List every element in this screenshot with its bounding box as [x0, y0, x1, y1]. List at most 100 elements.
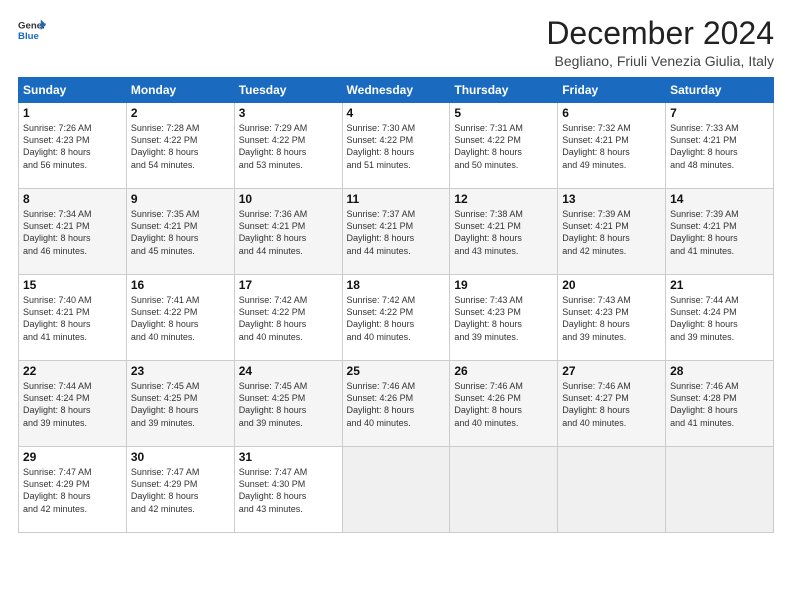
- table-row: 3 Sunrise: 7:29 AM Sunset: 4:22 PM Daylig…: [234, 103, 342, 189]
- day-number: 30: [131, 450, 230, 464]
- day-info: Sunrise: 7:39 AM Sunset: 4:21 PM Dayligh…: [670, 208, 769, 257]
- table-row: 24 Sunrise: 7:45 AM Sunset: 4:25 PM Dayli…: [234, 361, 342, 447]
- table-row: 5Sunrise: 7:31 AM Sunset: 4:22 PM Daylig…: [450, 103, 558, 189]
- day-info: Sunrise: 7:29 AM Sunset: 4:22 PM Dayligh…: [239, 122, 338, 171]
- day-info: Sunrise: 7:35 AM Sunset: 4:21 PM Dayligh…: [131, 208, 230, 257]
- day-number: 21: [670, 278, 769, 292]
- day-info: Sunrise: 7:47 AM Sunset: 4:30 PM Dayligh…: [239, 466, 338, 515]
- table-row: 1Sunrise: 7:26 AM Sunset: 4:23 PM Daylig…: [19, 103, 127, 189]
- day-number: 28: [670, 364, 769, 378]
- day-info: Sunrise: 7:46 AM Sunset: 4:26 PM Dayligh…: [347, 380, 446, 429]
- table-row: 10 Sunrise: 7:36 AM Sunset: 4:21 PM Dayli…: [234, 189, 342, 275]
- day-number: 18: [347, 278, 446, 292]
- day-info: Sunrise: 7:44 AM Sunset: 4:24 PM Dayligh…: [23, 380, 122, 429]
- table-row: 27Sunrise: 7:46 AM Sunset: 4:27 PM Dayli…: [558, 361, 666, 447]
- day-number: 25: [347, 364, 446, 378]
- table-row: [450, 447, 558, 533]
- day-number: 27: [562, 364, 661, 378]
- day-info: Sunrise: 7:26 AM Sunset: 4:23 PM Dayligh…: [23, 122, 122, 171]
- day-number: 14: [670, 192, 769, 206]
- table-row: 18 Sunrise: 7:42 AM Sunset: 4:22 PM Dayli…: [342, 275, 450, 361]
- logo: General Blue: [18, 16, 46, 44]
- table-row: 15Sunrise: 7:40 AM Sunset: 4:21 PM Dayli…: [19, 275, 127, 361]
- day-info: Sunrise: 7:43 AM Sunset: 4:23 PM Dayligh…: [562, 294, 661, 343]
- day-number: 2: [131, 106, 230, 120]
- day-number: 9: [131, 192, 230, 206]
- header: General Blue December 2024 Begliano, Fri…: [18, 16, 774, 69]
- day-info: Sunrise: 7:45 AM Sunset: 4:25 PM Dayligh…: [131, 380, 230, 429]
- table-row: 21 Sunrise: 7:44 AM Sunset: 4:24 PM Dayli…: [666, 275, 774, 361]
- day-number: 3: [239, 106, 338, 120]
- day-info: Sunrise: 7:44 AM Sunset: 4:24 PM Dayligh…: [670, 294, 769, 343]
- day-info: Sunrise: 7:43 AM Sunset: 4:23 PM Dayligh…: [454, 294, 553, 343]
- table-row: 9 Sunrise: 7:35 AM Sunset: 4:21 PM Daylig…: [126, 189, 234, 275]
- table-row: 17 Sunrise: 7:42 AM Sunset: 4:22 PM Dayli…: [234, 275, 342, 361]
- day-number: 16: [131, 278, 230, 292]
- day-info: Sunrise: 7:42 AM Sunset: 4:22 PM Dayligh…: [347, 294, 446, 343]
- table-row: [558, 447, 666, 533]
- day-number: 23: [131, 364, 230, 378]
- table-row: 23 Sunrise: 7:45 AM Sunset: 4:25 PM Dayli…: [126, 361, 234, 447]
- table-row: 14 Sunrise: 7:39 AM Sunset: 4:21 PM Dayli…: [666, 189, 774, 275]
- col-sunday: Sunday: [19, 78, 127, 103]
- location-subtitle: Begliano, Friuli Venezia Giulia, Italy: [546, 53, 774, 69]
- day-number: 29: [23, 450, 122, 464]
- day-info: Sunrise: 7:28 AM Sunset: 4:22 PM Dayligh…: [131, 122, 230, 171]
- day-number: 6: [562, 106, 661, 120]
- table-row: 12Sunrise: 7:38 AM Sunset: 4:21 PM Dayli…: [450, 189, 558, 275]
- day-info: Sunrise: 7:32 AM Sunset: 4:21 PM Dayligh…: [562, 122, 661, 171]
- day-info: Sunrise: 7:46 AM Sunset: 4:26 PM Dayligh…: [454, 380, 553, 429]
- table-row: 2 Sunrise: 7:28 AM Sunset: 4:22 PM Daylig…: [126, 103, 234, 189]
- calendar-table: Sunday Monday Tuesday Wednesday Thursday…: [18, 77, 774, 533]
- table-row: 22 Sunrise: 7:44 AM Sunset: 4:24 PM Dayli…: [19, 361, 127, 447]
- table-row: [666, 447, 774, 533]
- day-number: 17: [239, 278, 338, 292]
- day-info: Sunrise: 7:47 AM Sunset: 4:29 PM Dayligh…: [131, 466, 230, 515]
- day-number: 22: [23, 364, 122, 378]
- day-number: 26: [454, 364, 553, 378]
- table-row: 28 Sunrise: 7:46 AM Sunset: 4:28 PM Dayli…: [666, 361, 774, 447]
- day-info: Sunrise: 7:30 AM Sunset: 4:22 PM Dayligh…: [347, 122, 446, 171]
- day-info: Sunrise: 7:46 AM Sunset: 4:28 PM Dayligh…: [670, 380, 769, 429]
- day-info: Sunrise: 7:34 AM Sunset: 4:21 PM Dayligh…: [23, 208, 122, 257]
- day-number: 31: [239, 450, 338, 464]
- day-info: Sunrise: 7:36 AM Sunset: 4:21 PM Dayligh…: [239, 208, 338, 257]
- day-number: 24: [239, 364, 338, 378]
- table-row: [342, 447, 450, 533]
- table-row: 8 Sunrise: 7:34 AM Sunset: 4:21 PM Daylig…: [19, 189, 127, 275]
- day-number: 8: [23, 192, 122, 206]
- svg-text:Blue: Blue: [18, 31, 39, 42]
- day-number: 4: [347, 106, 446, 120]
- col-saturday: Saturday: [666, 78, 774, 103]
- table-row: 13 Sunrise: 7:39 AM Sunset: 4:21 PM Dayli…: [558, 189, 666, 275]
- day-number: 12: [454, 192, 553, 206]
- day-info: Sunrise: 7:39 AM Sunset: 4:21 PM Dayligh…: [562, 208, 661, 257]
- table-row: 26 Sunrise: 7:46 AM Sunset: 4:26 PM Dayli…: [450, 361, 558, 447]
- day-info: Sunrise: 7:47 AM Sunset: 4:29 PM Dayligh…: [23, 466, 122, 515]
- table-row: 6 Sunrise: 7:32 AM Sunset: 4:21 PM Daylig…: [558, 103, 666, 189]
- col-thursday: Thursday: [450, 78, 558, 103]
- day-info: Sunrise: 7:41 AM Sunset: 4:22 PM Dayligh…: [131, 294, 230, 343]
- day-info: Sunrise: 7:42 AM Sunset: 4:22 PM Dayligh…: [239, 294, 338, 343]
- table-row: 16 Sunrise: 7:41 AM Sunset: 4:22 PM Dayli…: [126, 275, 234, 361]
- calendar-page: General Blue December 2024 Begliano, Fri…: [0, 0, 792, 612]
- table-row: 30 Sunrise: 7:47 AM Sunset: 4:29 PM Dayli…: [126, 447, 234, 533]
- day-number: 7: [670, 106, 769, 120]
- table-row: 19 Sunrise: 7:43 AM Sunset: 4:23 PM Dayli…: [450, 275, 558, 361]
- table-row: 25 Sunrise: 7:46 AM Sunset: 4:26 PM Dayli…: [342, 361, 450, 447]
- table-row: 7 Sunrise: 7:33 AM Sunset: 4:21 PM Daylig…: [666, 103, 774, 189]
- table-row: 20Sunrise: 7:43 AM Sunset: 4:23 PM Dayli…: [558, 275, 666, 361]
- day-number: 10: [239, 192, 338, 206]
- day-info: Sunrise: 7:33 AM Sunset: 4:21 PM Dayligh…: [670, 122, 769, 171]
- day-number: 19: [454, 278, 553, 292]
- table-row: 4 Sunrise: 7:30 AM Sunset: 4:22 PM Daylig…: [342, 103, 450, 189]
- col-wednesday: Wednesday: [342, 78, 450, 103]
- table-row: 31 Sunrise: 7:47 AM Sunset: 4:30 PM Dayli…: [234, 447, 342, 533]
- day-info: Sunrise: 7:45 AM Sunset: 4:25 PM Dayligh…: [239, 380, 338, 429]
- month-title: December 2024: [546, 16, 774, 51]
- day-number: 13: [562, 192, 661, 206]
- day-info: Sunrise: 7:40 AM Sunset: 4:21 PM Dayligh…: [23, 294, 122, 343]
- day-info: Sunrise: 7:31 AM Sunset: 4:22 PM Dayligh…: [454, 122, 553, 171]
- day-info: Sunrise: 7:37 AM Sunset: 4:21 PM Dayligh…: [347, 208, 446, 257]
- logo-icon: General Blue: [18, 16, 46, 44]
